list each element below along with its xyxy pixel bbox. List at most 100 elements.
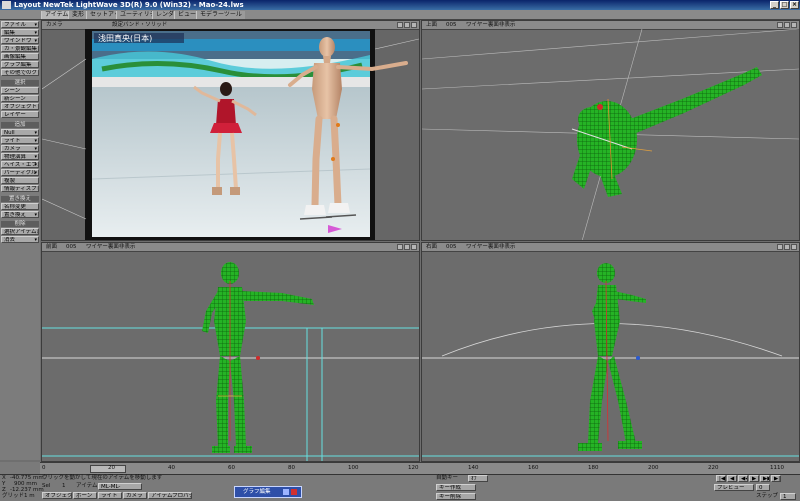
replace-button[interactable]: 置き換え xyxy=(1,211,39,218)
front-view-mode[interactable]: ワイヤー裏面非表示 xyxy=(86,243,135,251)
tick-label: 220 xyxy=(708,465,719,471)
close-button[interactable]: × xyxy=(790,1,799,9)
viewport-zoom-icon[interactable] xyxy=(784,244,790,250)
minimize-icon[interactable] xyxy=(283,489,289,495)
rename-button[interactable]: 名称変更 xyxy=(1,203,39,210)
playback-controls: |◀ ◀ ◀◀ ▶ ▶▶ ▶| xyxy=(716,475,796,482)
viewport-move-icon[interactable] xyxy=(777,244,783,250)
top-view-mode[interactable]: ワイヤー裏面非表示 xyxy=(466,21,515,29)
viewport-move-icon[interactable] xyxy=(397,22,403,28)
layer-button[interactable]: レイヤー xyxy=(1,111,39,118)
tab-modeler-tools[interactable]: モデラーツール xyxy=(196,11,245,19)
image-editor-button[interactable]: 画像編集 xyxy=(1,53,39,60)
play-reverse-icon[interactable]: ◀◀ xyxy=(738,475,748,482)
frame-input[interactable]: 0 xyxy=(756,484,770,491)
viewport-maximize-icon[interactable] xyxy=(791,22,797,28)
maximize-button[interactable]: □ xyxy=(780,1,789,9)
prev-frame-icon[interactable]: ◀ xyxy=(727,475,737,482)
add-null-button[interactable]: Null xyxy=(1,129,39,136)
viewport-zoom-icon[interactable] xyxy=(784,22,790,28)
top-view-label[interactable]: 上面 xyxy=(426,21,437,29)
top-viewport[interactable]: 上面 005 ワイヤー裏面非表示 xyxy=(421,20,800,241)
grid-value: 1 m xyxy=(24,493,35,499)
front-viewport[interactable]: 前面 005 ワイヤー裏面非表示 xyxy=(41,242,420,462)
right-view-zoom[interactable]: 005 xyxy=(446,243,457,251)
window-title: Layout NewTek LightWave 3D(R) 9.0 (Win32… xyxy=(14,1,244,9)
viewport-move-icon[interactable] xyxy=(777,22,783,28)
go-start-icon[interactable]: |◀ xyxy=(716,475,726,482)
tick-label: 200 xyxy=(648,465,659,471)
camera-render-mode[interactable]: 設定バンド・ソリッド xyxy=(112,21,167,29)
camera-mode-button[interactable]: カメラ xyxy=(123,492,147,499)
new-scene-button[interactable]: 新シーン xyxy=(1,95,39,102)
status-message: ウリックを動かして現在のアイテムを移動します xyxy=(42,475,163,481)
tick-label: 100 xyxy=(348,465,359,471)
title-bar: Layout NewTek LightWave 3D(R) 9.0 (Win32… xyxy=(0,0,800,10)
add-light-button[interactable]: ライト xyxy=(1,137,39,144)
step-input[interactable]: 1 xyxy=(780,493,796,500)
window-menu-button[interactable]: ウインドウ xyxy=(1,37,39,44)
scene-button[interactable]: シーン xyxy=(1,87,39,94)
scene-editor-button[interactable]: カ・景観編集 xyxy=(1,45,39,52)
sel-label: Sel xyxy=(42,483,51,489)
bone-mode-button[interactable]: ボーン xyxy=(73,492,97,499)
light-mode-button[interactable]: ライト xyxy=(98,492,122,499)
add-camera-button[interactable]: カメラ xyxy=(1,145,39,152)
top-view-zoom[interactable]: 005 xyxy=(446,21,457,29)
front-view-label[interactable]: 前面 xyxy=(46,243,57,251)
clear-selected-button[interactable]: 選択アイテム消去 xyxy=(1,228,39,235)
viewport-zoom-icon[interactable] xyxy=(404,244,410,250)
tab-modify[interactable]: 変形 xyxy=(68,11,88,19)
graph-editor-button[interactable]: グラフ編集 xyxy=(1,61,39,68)
tick-label: 20 xyxy=(108,465,115,471)
play-icon[interactable]: ▶ xyxy=(749,475,759,482)
current-item-label: アイテム xyxy=(76,483,98,489)
next-frame-icon[interactable]: ▶▶ xyxy=(760,475,770,482)
tick-label: 120 xyxy=(408,465,419,471)
viewport-maximize-icon[interactable] xyxy=(411,244,417,250)
edit-menu-button[interactable]: 編集 xyxy=(1,29,39,36)
viewport-maximize-icon[interactable] xyxy=(411,22,417,28)
add-haze-button[interactable]: ヘイズ・エフェクト xyxy=(1,161,39,168)
minimize-button[interactable]: _ xyxy=(770,1,779,9)
viewport-zoom-icon[interactable] xyxy=(404,22,410,28)
tab-items[interactable]: アイテム xyxy=(41,11,72,19)
front-view-scene xyxy=(42,262,419,461)
viewport-move-icon[interactable] xyxy=(397,244,403,250)
create-key-button[interactable]: キー作成 xyxy=(436,484,476,491)
overlay-caption: 浅田真央(日本) xyxy=(98,33,152,43)
step-label: ステップ xyxy=(756,493,779,499)
camera-view-label[interactable]: カメラ xyxy=(46,21,63,29)
clone-button[interactable]: 複製 xyxy=(1,177,39,184)
auto-key-dropdown[interactable]: ｵﾌ xyxy=(468,475,488,482)
add-physics-button[interactable]: 物理演算 xyxy=(1,153,39,160)
item-properties-button[interactable]: アイテムプロパティ xyxy=(148,492,192,499)
camera-viewport[interactable]: カメラ 設定バンド・ソリッド 浅田真央(日本) xyxy=(41,20,420,241)
delete-key-button[interactable]: キー削除 xyxy=(436,493,476,500)
right-view-mode[interactable]: ワイヤー裏面非表示 xyxy=(466,243,515,251)
current-item-dropdown[interactable]: ML-ML- xyxy=(98,483,142,490)
section-add-header: 追加 xyxy=(1,122,39,128)
app-icon xyxy=(2,1,11,9)
close-icon[interactable] xyxy=(291,489,297,495)
other-click-button[interactable]: その他でのクリック xyxy=(1,69,39,76)
toolbar-sidebar: ファイル 編集 ウインドウ カ・景観編集 画像編集 グラフ編集 その他でのクリッ… xyxy=(0,20,40,460)
front-view-zoom[interactable]: 005 xyxy=(66,243,77,251)
info-display-button[interactable]: 情報ディスプレイ xyxy=(1,185,39,192)
tick-label: 0 xyxy=(42,465,46,471)
clear-button[interactable]: 消去 xyxy=(1,236,39,243)
object-mode-button[interactable]: オブジェクト xyxy=(42,492,72,499)
file-menu-button[interactable]: ファイル xyxy=(1,21,39,28)
preview-dropdown[interactable]: プレビュー xyxy=(714,484,754,491)
tick-label: 40 xyxy=(168,465,175,471)
add-particle-button[interactable]: パーティクル xyxy=(1,169,39,176)
object-button[interactable]: オブジェクト xyxy=(1,103,39,110)
bottom-control-panel: X -40.775 mm Y 900 mm Z -12.237 mm グリッド … xyxy=(0,474,800,501)
right-view-label[interactable]: 右面 xyxy=(426,243,437,251)
right-viewport[interactable]: 右面 005 ワイヤー裏面非表示 xyxy=(421,242,800,462)
graph-editor-taskbar[interactable]: グラフ編集 xyxy=(234,486,302,498)
go-end-icon[interactable]: ▶| xyxy=(771,475,781,482)
viewport-maximize-icon[interactable] xyxy=(791,244,797,250)
grid-label: グリッド xyxy=(2,493,25,499)
tick-label: 80 xyxy=(288,465,295,471)
